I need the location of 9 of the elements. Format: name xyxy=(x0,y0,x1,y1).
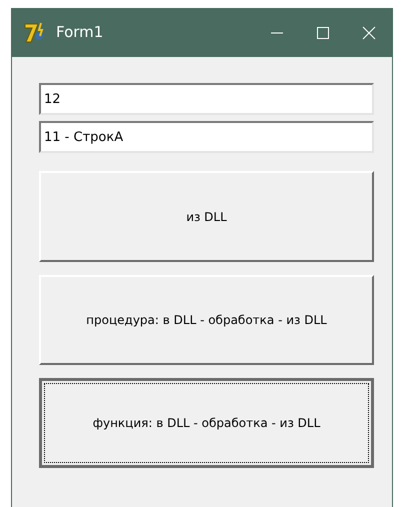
action-button[interactable]: из DLL xyxy=(39,171,374,262)
action-button[interactable]: функция: в DLL - обработка - из DLL xyxy=(39,378,374,468)
action-button[interactable]: процедура: в DLL - обработка - из DLL xyxy=(39,275,374,365)
text-field[interactable]: 12 xyxy=(39,83,374,115)
close-icon xyxy=(362,26,376,40)
text-field[interactable]: 11 - СтрокА xyxy=(39,121,374,153)
maximize-icon xyxy=(316,26,330,40)
window-title: Form1 xyxy=(56,22,104,44)
minimize-icon xyxy=(270,32,284,34)
